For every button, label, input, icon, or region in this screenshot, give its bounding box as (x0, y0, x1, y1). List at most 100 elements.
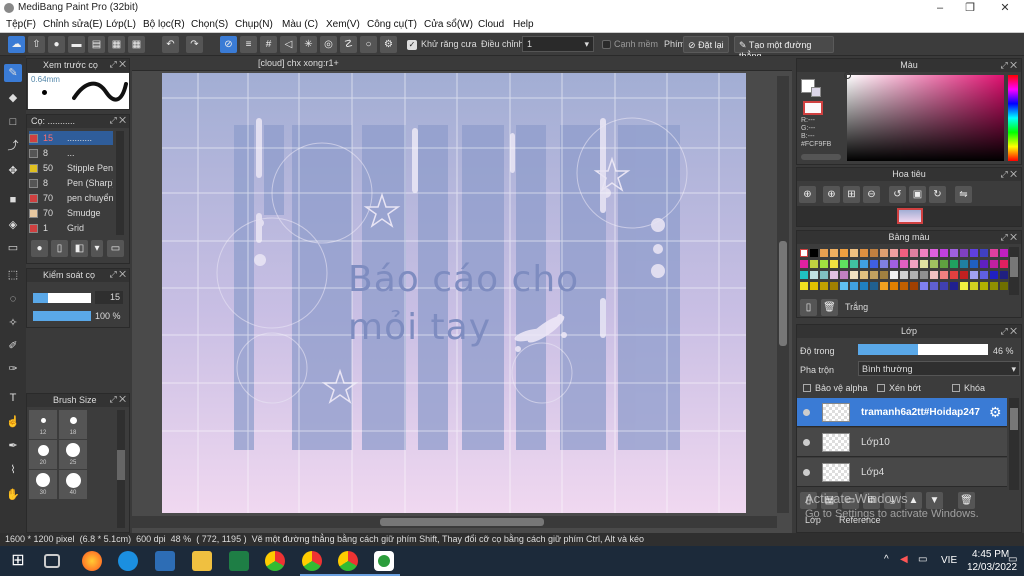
operation-tool-icon[interactable]: ☝ (4, 413, 22, 431)
reset-button[interactable]: ⊘ Đặt lại (683, 36, 729, 53)
palette-swatch[interactable] (1000, 260, 1008, 268)
palette-swatch[interactable] (980, 260, 988, 268)
palette-swatch[interactable] (940, 249, 948, 257)
panel-close-icon[interactable]: ⤢ ✕ (109, 115, 126, 126)
palette-swatch[interactable] (950, 249, 958, 257)
menu-view[interactable]: Xem(V) (326, 19, 360, 30)
curve-tool-icon[interactable]: ⤴ (4, 137, 22, 155)
protect-alpha-checkbox[interactable] (803, 384, 811, 392)
palette-swatch[interactable] (840, 260, 848, 268)
brush-list-item[interactable]: 1 Grid (29, 221, 113, 235)
gear-icon[interactable]: ⚙ (989, 404, 1002, 421)
clock-time[interactable]: 4:45 PM (972, 549, 1009, 560)
palette-swatch[interactable] (970, 249, 978, 257)
panel-close-icon[interactable]: ⤢ ✕ (109, 394, 126, 405)
palette-swatch[interactable] (960, 249, 968, 257)
zoom-out-icon[interactable]: ⊖ (863, 186, 880, 203)
pages-icon[interactable]: ▦ (108, 36, 125, 53)
palette-delete-icon[interactable]: 🗑 (821, 299, 838, 316)
chat-icon[interactable]: ▬ (68, 36, 85, 53)
palette-swatch[interactable] (830, 260, 838, 268)
layer-opacity-slider[interactable] (858, 344, 988, 355)
hand-tool-icon[interactable]: ✋ (4, 486, 22, 504)
palette-swatch[interactable] (840, 271, 848, 279)
rotate-right-icon[interactable]: ↻ (929, 186, 946, 203)
text-tool-icon[interactable]: T (4, 389, 22, 407)
brush-tool-icon[interactable]: ✎ (4, 64, 22, 82)
snap-vanish-icon[interactable]: ◁ (280, 36, 297, 53)
divide-tool-icon[interactable]: ✒ (4, 437, 22, 455)
select-tool-icon[interactable]: ⬚ (4, 266, 22, 284)
navigator-viewport[interactable] (897, 208, 923, 224)
snap-grid-icon[interactable]: # (260, 36, 277, 53)
palette-swatch[interactable] (820, 249, 828, 257)
palette-swatch[interactable] (960, 282, 968, 290)
palette-swatch[interactable] (950, 282, 958, 290)
brush-size-preset[interactable]: 18 (59, 410, 87, 439)
menu-edit[interactable]: Chỉnh sửa(E) (43, 19, 103, 30)
brush-export-icon[interactable]: ▭ (107, 240, 124, 257)
task-view-icon[interactable] (44, 554, 60, 568)
brush-list-item[interactable]: 50 Stipple Pen (29, 161, 113, 175)
chrome-icon[interactable] (265, 551, 285, 571)
brush-menu-icon[interactable]: ▾ (91, 240, 103, 257)
palette-swatch[interactable] (850, 271, 858, 279)
color-mode-slider[interactable] (801, 154, 841, 160)
tray-chevron-icon[interactable]: ^ (884, 554, 889, 565)
layer-scrollbar[interactable] (1009, 398, 1019, 490)
brush-size-value[interactable]: 15 (95, 291, 123, 304)
brush-new-icon[interactable]: ▯ (51, 240, 68, 257)
snap-settings-icon[interactable]: ⚙ (380, 36, 397, 53)
brush-opacity-slider[interactable] (33, 311, 91, 321)
menu-filter[interactable]: Bộ lọc(R) (143, 19, 185, 30)
firefox-icon[interactable] (82, 551, 102, 571)
menu-capture[interactable]: Chụp(N) (235, 19, 273, 30)
palette-swatch[interactable] (880, 282, 888, 290)
panel-close-icon[interactable]: ⤢ ✕ (109, 59, 126, 70)
palette-swatch[interactable] (940, 282, 948, 290)
brush-copy-icon[interactable]: ◧ (71, 240, 88, 257)
secondary-color-swatch[interactable] (811, 87, 821, 97)
palette-swatch[interactable] (920, 282, 928, 290)
eye-icon[interactable] (803, 439, 810, 446)
palette-swatch[interactable] (990, 260, 998, 268)
undo-icon[interactable]: ↶ (162, 36, 179, 53)
select-pen-tool-icon[interactable]: ✐ (4, 337, 22, 355)
palette-swatch[interactable] (870, 260, 878, 268)
palette-swatch[interactable] (910, 260, 918, 268)
grid-icon[interactable]: ▦ (128, 36, 145, 53)
rotate-left-icon[interactable]: ↺ (889, 186, 906, 203)
palette-swatch[interactable] (840, 282, 848, 290)
palette-swatch[interactable] (970, 260, 978, 268)
palette-swatch[interactable] (900, 271, 908, 279)
eyedropper-tool-icon[interactable]: ⌇ (4, 461, 22, 479)
palette-swatch[interactable] (810, 271, 818, 279)
menu-window[interactable]: Cửa sổ(W) (424, 19, 473, 30)
select-eraser-tool-icon[interactable]: ✑ (4, 360, 22, 378)
layer-row-active[interactable]: tramanh6a2tt#Hoidap247 ⚙ (797, 398, 1007, 427)
palette-swatch[interactable] (820, 282, 828, 290)
adjust-select[interactable]: 1 ▾ (522, 36, 594, 52)
palette-swatch[interactable] (850, 260, 858, 268)
fit-icon[interactable]: ⊞ (843, 186, 860, 203)
snap-parallel-icon[interactable]: ≡ (240, 36, 257, 53)
brush-size-preset[interactable]: 25 (59, 440, 87, 469)
snap-off-icon[interactable]: ⊘ (220, 36, 237, 53)
palette-swatch[interactable] (1000, 271, 1008, 279)
color-saturation-field[interactable] (844, 72, 1004, 161)
chrome-profile2-icon[interactable] (338, 551, 358, 571)
panel-close-icon[interactable]: ⤢ ✕ (109, 269, 126, 280)
palette-swatch[interactable] (880, 260, 888, 268)
canvas-area[interactable]: [cloud] chx xong:r1+ Báo cáo cho mỏi tay (132, 56, 792, 533)
close-icon[interactable]: ✕ (990, 0, 1020, 17)
brush-list-item[interactable]: 8 Pen (Sharp) (29, 176, 113, 190)
navigator-preview[interactable] (797, 206, 1021, 226)
palette-swatch[interactable] (950, 260, 958, 268)
palette-swatch[interactable] (980, 249, 988, 257)
delete-layer-icon[interactable]: 🗑 (958, 492, 975, 509)
palette-swatch[interactable] (850, 282, 858, 290)
excel-icon[interactable] (229, 551, 249, 571)
palette-swatch[interactable] (940, 260, 948, 268)
palette-swatch[interactable] (810, 260, 818, 268)
palette-swatch[interactable] (900, 249, 908, 257)
